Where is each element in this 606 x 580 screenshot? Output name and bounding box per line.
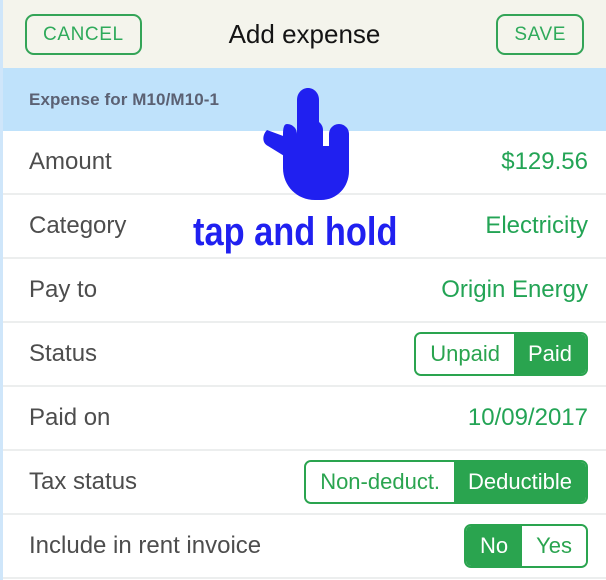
row-status: Status Unpaid Paid xyxy=(3,323,606,387)
tax-status-option-deductible[interactable]: Deductible xyxy=(454,462,586,502)
row-value-pay-to[interactable]: Origin Energy xyxy=(441,276,588,304)
row-label: Status xyxy=(29,340,98,367)
row-value-amount[interactable]: $129.56 xyxy=(501,148,588,176)
row-amount[interactable]: Amount $129.56 xyxy=(3,131,606,195)
status-segmented-control: Unpaid Paid xyxy=(414,332,588,376)
cancel-button[interactable]: CANCEL xyxy=(25,13,142,55)
include-invoice-segmented-control: No Yes xyxy=(463,524,588,568)
row-pay-to[interactable]: Pay to Origin Energy xyxy=(3,259,606,323)
tax-status-option-non-deductible[interactable]: Non-deduct. xyxy=(306,462,455,502)
row-label: Category xyxy=(29,212,127,239)
status-option-unpaid[interactable]: Unpaid xyxy=(416,334,514,374)
row-label: Tax status xyxy=(29,468,138,495)
include-invoice-option-yes[interactable]: Yes xyxy=(522,526,586,566)
row-label: Include in rent invoice xyxy=(29,532,262,559)
save-button[interactable]: SAVE xyxy=(496,13,584,55)
section-header-label: Expense for M10/M10-1 xyxy=(29,89,220,109)
row-paid-on[interactable]: Paid on 10/09/2017 xyxy=(3,387,606,451)
row-tax-status: Tax status Non-deduct. Deductible xyxy=(3,451,606,515)
row-value-category[interactable]: Electricity xyxy=(485,212,588,240)
status-option-paid[interactable]: Paid xyxy=(513,334,586,374)
row-value-paid-on[interactable]: 10/09/2017 xyxy=(468,404,588,432)
include-invoice-option-no[interactable]: No xyxy=(465,526,523,566)
row-include-in-rent-invoice: Include in rent invoice No Yes xyxy=(3,515,606,579)
tax-status-segmented-control: Non-deduct. Deductible xyxy=(304,460,588,504)
row-category[interactable]: Category Electricity xyxy=(3,195,606,259)
row-label: Paid on xyxy=(29,404,111,431)
section-header: Expense for M10/M10-1 xyxy=(3,68,606,131)
app-bar: CANCEL Add expense SAVE xyxy=(3,0,606,68)
row-label: Pay to xyxy=(29,276,98,303)
add-expense-screen: CANCEL Add expense SAVE Expense for M10/… xyxy=(0,0,606,580)
row-label: Amount xyxy=(29,148,112,175)
